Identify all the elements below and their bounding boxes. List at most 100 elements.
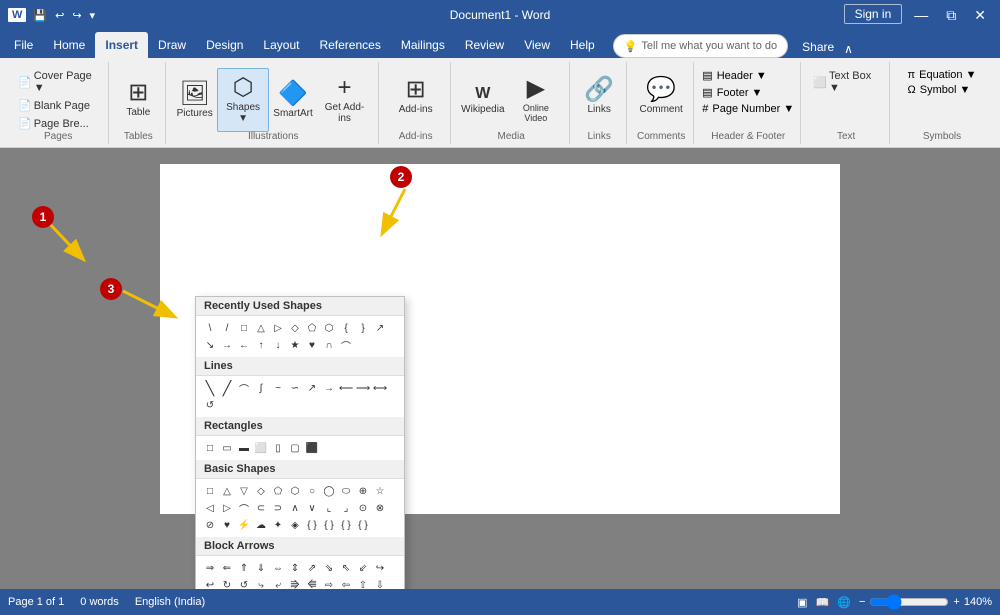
tab-insert[interactable]: Insert — [95, 32, 148, 58]
view-reading-icon[interactable]: 📖 — [816, 596, 830, 609]
wikipedia-button[interactable]: W Wikipedia — [459, 68, 506, 132]
line-arr6[interactable]: ↺ — [202, 397, 218, 413]
ba-5[interactable]: ⇔ — [270, 560, 286, 576]
ba-9[interactable]: ⇖ — [338, 560, 354, 576]
rect-4[interactable]: ⬜ — [253, 440, 269, 456]
get-addins-button[interactable]: + Get Add-ins — [317, 68, 372, 132]
page-break-button[interactable]: 📄 Page Bre... — [14, 115, 93, 132]
bs-27[interactable]: ✦ — [270, 517, 286, 533]
line-arr5[interactable]: ⟷ — [372, 380, 388, 396]
ba-4[interactable]: ⇓ — [253, 560, 269, 576]
shape-hex[interactable]: ⬡ — [321, 320, 337, 336]
zoom-out-icon[interactable]: − — [859, 596, 865, 608]
rect-5[interactable]: ▯ — [270, 440, 286, 456]
tab-references[interactable]: References — [309, 32, 390, 58]
line-straight[interactable]: ╲ — [202, 380, 218, 396]
ba-2[interactable]: ⇐ — [219, 560, 235, 576]
tab-mailings[interactable]: Mailings — [391, 32, 455, 58]
ba-3[interactable]: ⇑ — [236, 560, 252, 576]
zoom-slider[interactable] — [869, 594, 949, 610]
customize-icon[interactable]: ▾ — [87, 7, 99, 24]
bs-20[interactable]: ⌟ — [338, 500, 354, 516]
line-arr2[interactable]: → — [321, 380, 337, 396]
ba-7[interactable]: ⇗ — [304, 560, 320, 576]
tab-draw[interactable]: Draw — [148, 32, 196, 58]
shape-rect[interactable]: □ — [236, 320, 252, 336]
shape-arr4[interactable]: ← — [236, 337, 252, 353]
bs-28[interactable]: ◈ — [287, 517, 303, 533]
header-button[interactable]: ▤ Header ▼ — [698, 68, 798, 83]
bs-17[interactable]: ∧ — [287, 500, 303, 516]
minimize-button[interactable]: — — [908, 5, 934, 25]
bs-7[interactable]: ○ — [304, 483, 320, 499]
ba-6[interactable]: ⇕ — [287, 560, 303, 576]
sign-in-button[interactable]: Sign in — [844, 4, 903, 24]
ba-10[interactable]: ⇙ — [355, 560, 371, 576]
shape-heart[interactable]: ♥ — [304, 337, 320, 353]
zoom-in-icon[interactable]: + — [953, 596, 959, 608]
view-normal-icon[interactable]: ▣ — [797, 596, 807, 609]
shape-arr5[interactable]: ↑ — [253, 337, 269, 353]
bs-1[interactable]: □ — [202, 483, 218, 499]
rect-3[interactable]: ▬ — [236, 440, 252, 456]
online-video-button[interactable]: ▶ Online Video — [509, 68, 564, 132]
ba-20[interactable]: ⇦ — [338, 577, 354, 589]
bs-18[interactable]: ∨ — [304, 500, 320, 516]
bs-12[interactable]: ◁ — [202, 500, 218, 516]
smartart-button[interactable]: 🔷 SmartArt — [271, 68, 315, 132]
shape-lbrace[interactable]: { — [338, 320, 354, 336]
bs-19[interactable]: ⌞ — [321, 500, 337, 516]
shape-arr2[interactable]: ↘ — [202, 337, 218, 353]
ba-22[interactable]: ⇩ — [372, 577, 388, 589]
bs-31[interactable]: { } — [338, 517, 354, 533]
line-arr3[interactable]: ⟵ — [338, 380, 354, 396]
tab-view[interactable]: View — [514, 32, 560, 58]
zoom-level[interactable]: 140% — [964, 596, 992, 608]
rect-2[interactable]: ▭ — [219, 440, 235, 456]
shape-penta[interactable]: ⬠ — [304, 320, 320, 336]
shape-arr3[interactable]: → — [219, 337, 235, 353]
shape-arr1[interactable]: ↗ — [372, 320, 388, 336]
shape-star[interactable]: ★ — [287, 337, 303, 353]
ba-16[interactable]: ⤶ — [270, 577, 286, 589]
tab-help[interactable]: Help — [560, 32, 605, 58]
ba-11[interactable]: ↪ — [372, 560, 388, 576]
table-button[interactable]: ⊞ Table — [118, 64, 158, 134]
ba-14[interactable]: ↺ — [236, 577, 252, 589]
bs-23[interactable]: ⊘ — [202, 517, 218, 533]
bs-21[interactable]: ⊙ — [355, 500, 371, 516]
bs-14[interactable]: ⌒ — [236, 500, 252, 516]
ba-12[interactable]: ↩ — [202, 577, 218, 589]
shape-rbrace[interactable]: } — [355, 320, 371, 336]
ba-15[interactable]: ⤷ — [253, 577, 269, 589]
tab-design[interactable]: Design — [196, 32, 253, 58]
bs-25[interactable]: ⚡ — [236, 517, 252, 533]
bs-3[interactable]: ▽ — [236, 483, 252, 499]
line-arr4[interactable]: ⟶ — [355, 380, 371, 396]
bs-11[interactable]: ☆ — [372, 483, 388, 499]
close-button[interactable]: ✕ — [968, 5, 992, 26]
ba-18[interactable]: ⭅ — [304, 577, 320, 589]
text-box-button[interactable]: ⬜ Text Box ▼ — [809, 68, 883, 96]
shape-dia[interactable]: ◇ — [287, 320, 303, 336]
line-curve2[interactable]: ∫ — [253, 380, 269, 396]
shape-line2[interactable]: / — [219, 320, 235, 336]
bs-13[interactable]: ▷ — [219, 500, 235, 516]
view-web-icon[interactable]: 🌐 — [837, 596, 851, 609]
ba-8[interactable]: ⇘ — [321, 560, 337, 576]
redo-icon[interactable]: ↪ — [69, 7, 84, 24]
rect-7[interactable]: ⬛ — [304, 440, 320, 456]
symbol-button[interactable]: Ω Symbol ▼ — [904, 83, 981, 97]
tab-home[interactable]: Home — [43, 32, 95, 58]
line-wave[interactable]: ~ — [270, 380, 286, 396]
shape-tri[interactable]: △ — [253, 320, 269, 336]
tab-file[interactable]: File — [4, 32, 43, 58]
footer-button[interactable]: ▤ Footer ▼ — [698, 85, 798, 100]
restore-button[interactable]: ⧉ — [940, 5, 962, 26]
bs-8[interactable]: ◯ — [321, 483, 337, 499]
shape-rtri[interactable]: ▷ — [270, 320, 286, 336]
bs-29[interactable]: { } — [304, 517, 320, 533]
shape-arc[interactable]: ⌒ — [338, 337, 354, 353]
bs-6[interactable]: ⬡ — [287, 483, 303, 499]
addins-button[interactable]: ⊞ Add-ins — [395, 64, 437, 128]
